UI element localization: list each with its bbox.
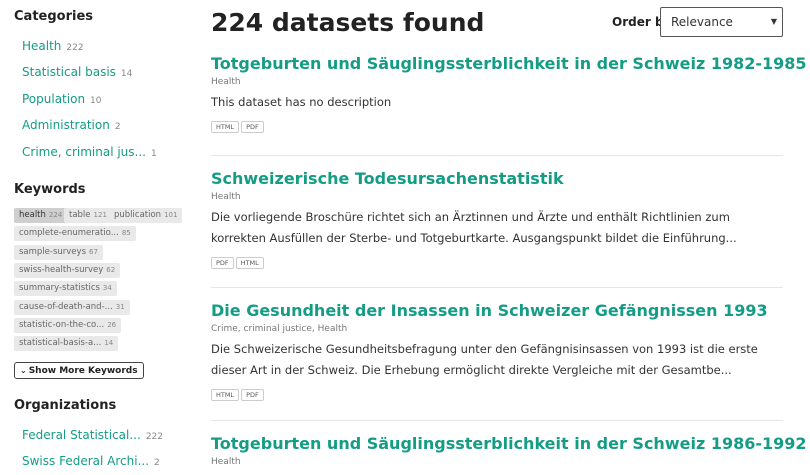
dataset-groups: Health xyxy=(211,457,241,467)
tag-label: swiss-health-survey xyxy=(19,265,104,275)
category-item-crime[interactable]: Crime, criminal jus... 1 xyxy=(22,145,157,159)
show-more-keywords-button[interactable]: ⌄ Show More Keywords xyxy=(14,362,144,379)
category-count: 10 xyxy=(90,96,102,106)
dataset-groups: Health xyxy=(211,77,241,87)
dataset-item: Totgeburten und Säuglingssterblichkeit i… xyxy=(211,434,807,467)
keyword-tag-cause-of-death[interactable]: cause-of-death-and-... 31 xyxy=(14,300,130,315)
tag-label: publication xyxy=(114,210,162,220)
category-count: 222 xyxy=(66,43,84,53)
tag-label: summary-statistics xyxy=(19,283,100,293)
format-badge-pdf[interactable]: PDF xyxy=(241,389,264,401)
tag-count: 67 xyxy=(89,248,98,256)
dataset-description: This dataset has no description xyxy=(211,95,392,109)
keyword-tag-statistical-basis[interactable]: statistical-basis-a... 14 xyxy=(14,336,119,351)
dataset-groups: Health xyxy=(211,192,241,202)
tag-count: 62 xyxy=(106,266,116,274)
dataset-divider xyxy=(211,287,783,288)
category-count: 2 xyxy=(114,122,121,132)
dataset-description: Die Schweizerische Gesundheitsbefragung … xyxy=(211,342,758,377)
tag-count: 26 xyxy=(107,321,117,329)
tag-count: 101 xyxy=(164,211,178,219)
dataset-item: Die Gesundheit der Insassen in Schweizer… xyxy=(211,301,783,402)
format-badge-html[interactable]: HTML xyxy=(211,389,240,401)
category-label: Population xyxy=(22,92,86,106)
category-label: Administration xyxy=(22,118,110,132)
organization-count: 2 xyxy=(154,458,160,468)
tag-count: 34 xyxy=(102,284,112,292)
format-badges: PDF HTML xyxy=(211,257,783,270)
organization-item-federal-statistical[interactable]: Federal Statistical... 222 xyxy=(22,428,163,442)
format-badge-html[interactable]: HTML xyxy=(235,257,264,269)
dataset-title-link[interactable]: Schweizerische Todesursachenstatistik xyxy=(211,169,783,188)
dataset-title-link[interactable]: Totgeburten und Säuglingssterblichkeit i… xyxy=(211,434,807,453)
tag-count: 85 xyxy=(121,229,131,237)
dataset-item: Totgeburten und Säuglingssterblichkeit i… xyxy=(211,54,807,134)
tag-count: 224 xyxy=(48,211,63,219)
tag-label: table xyxy=(69,210,91,220)
organization-count: 222 xyxy=(145,432,163,442)
tag-count: 121 xyxy=(93,211,107,219)
organizations-title: Organizations xyxy=(14,398,117,413)
keywords-title: Keywords xyxy=(14,182,86,197)
category-count: 1 xyxy=(150,149,157,159)
format-badge-pdf[interactable]: PDF xyxy=(241,121,264,133)
tag-label: sample-surveys xyxy=(19,247,86,257)
keyword-tag-table[interactable]: table 121 xyxy=(64,208,112,223)
tag-label: health xyxy=(19,210,46,220)
caret-down-icon: ▼ xyxy=(770,17,777,26)
tag-count: 14 xyxy=(104,339,114,347)
dataset-item: Schweizerische Todesursachenstatistik He… xyxy=(211,169,783,270)
format-badge-html[interactable]: HTML xyxy=(211,121,240,133)
category-label: Statistical basis xyxy=(22,65,116,79)
dataset-divider xyxy=(211,155,783,156)
organization-item-swiss-federal-archives[interactable]: Swiss Federal Archi... 2 xyxy=(22,454,160,468)
dataset-groups: Crime, criminal justice, Health xyxy=(211,324,348,334)
keyword-tag-health[interactable]: health 224 xyxy=(14,208,68,223)
keyword-tag-complete-enumeration[interactable]: complete-enumeratio... 85 xyxy=(14,226,136,241)
keyword-tag-swiss-health-survey[interactable]: swiss-health-survey 62 xyxy=(14,263,121,278)
keyword-tag-summary-statistics[interactable]: summary-statistics 34 xyxy=(14,281,117,296)
organization-label: Federal Statistical... xyxy=(22,428,141,442)
tag-label: complete-enumeratio... xyxy=(19,228,119,238)
tag-label: statistical-basis-a... xyxy=(19,338,102,348)
results-count-heading: 224 datasets found xyxy=(211,8,485,37)
dataset-title-link[interactable]: Die Gesundheit der Insassen in Schweizer… xyxy=(211,301,783,320)
category-item-administration[interactable]: Administration 2 xyxy=(22,118,121,132)
order-by-select[interactable]: Relevance ▼ xyxy=(660,7,783,37)
organization-label: Swiss Federal Archi... xyxy=(22,454,150,468)
show-more-label: Show More Keywords xyxy=(28,366,138,376)
keyword-tag-publication[interactable]: publication 101 xyxy=(109,208,183,223)
categories-title: Categories xyxy=(14,9,94,24)
format-badge-pdf[interactable]: PDF xyxy=(211,257,234,269)
sidebar: Categories Health 222 Statistical basis 14… xyxy=(0,0,190,475)
dataset-divider xyxy=(211,420,783,421)
category-label: Health xyxy=(22,39,62,53)
tag-label: cause-of-death-and-... xyxy=(19,302,113,312)
category-item-population[interactable]: Population 10 xyxy=(22,92,102,106)
dataset-description: Die vorliegende Broschüre richtet sich a… xyxy=(211,210,737,245)
chevron-down-icon: ⌄ xyxy=(20,366,27,375)
category-count: 14 xyxy=(120,69,133,79)
category-label: Crime, criminal jus... xyxy=(22,145,146,159)
category-item-statistical-basis[interactable]: Statistical basis 14 xyxy=(22,65,132,79)
dataset-title-link[interactable]: Totgeburten und Säuglingssterblichkeit i… xyxy=(211,54,807,73)
order-by-value: Relevance xyxy=(671,15,733,29)
format-badges: HTML PDF xyxy=(211,389,783,402)
category-item-health[interactable]: Health 222 xyxy=(22,39,84,53)
keyword-tag-sample-surveys[interactable]: sample-surveys 67 xyxy=(14,245,103,260)
tag-count: 31 xyxy=(115,303,125,311)
format-badges: HTML PDF xyxy=(211,121,783,134)
tag-label: statistic-on-the-co... xyxy=(19,320,105,330)
keyword-tag-statistic-on-the-co[interactable]: statistic-on-the-co... 26 xyxy=(14,318,122,333)
